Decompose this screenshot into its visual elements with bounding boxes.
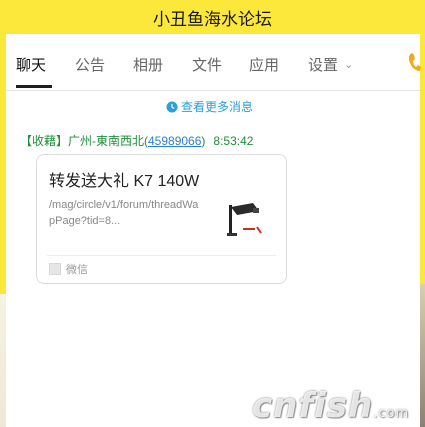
view-more-messages-label: 查看更多消息	[181, 100, 254, 114]
card-title: 转发送大礼 K7 140W	[49, 173, 200, 190]
card-source-app: 微信	[66, 264, 88, 276]
window-title: 小丑鱼海水论坛	[153, 9, 272, 29]
shared-link-card[interactable]: 转发送大礼 K7 140W /mag/circle/v1/forum/threa…	[36, 154, 287, 284]
clock-icon	[166, 101, 178, 112]
product-thumbnail-icon	[227, 203, 262, 236]
tab-announcement[interactable]: 公告	[75, 54, 105, 75]
sender-name-suffix: )	[201, 134, 206, 148]
watermark-suffix: .com	[373, 406, 410, 421]
active-tab-indicator	[16, 85, 52, 88]
tab-apps[interactable]: 应用	[249, 54, 279, 75]
tab-files[interactable]: 文件	[192, 54, 222, 75]
view-more-messages-link[interactable]: 查看更多消息	[166, 98, 253, 115]
chevron-down-icon: ⌄	[344, 59, 354, 71]
card-divider	[47, 255, 276, 256]
sender-qq-link[interactable]: 45989066	[148, 134, 201, 148]
card-footer: 微信	[49, 261, 88, 277]
message-time: 8:53:42	[213, 134, 254, 148]
tab-bar: 聊天 公告 相册 文件 应用 设置 ⌄	[6, 34, 422, 91]
sender-name: 【收藉】广州-東南西北(	[20, 134, 148, 148]
title-bar: 小丑鱼海水论坛	[0, 0, 425, 34]
tab-settings-label: 设置	[308, 57, 339, 74]
message-sender-line: 【收藉】广州-東南西北(45989066) 8:53:42	[20, 132, 253, 149]
group-chat-panel: 聊天 公告 相册 文件 应用 设置 ⌄ 查看更多消息 【收藉】广州-東南西北(45…	[6, 34, 422, 427]
watermark-text: cnfish	[252, 386, 374, 426]
tab-settings[interactable]: 设置 ⌄	[308, 54, 353, 75]
phone-icon[interactable]	[408, 52, 422, 72]
tab-chat[interactable]: 聊天	[16, 54, 46, 75]
card-url: /mag/circle/v1/forum/threadWapPage?tid=8…	[49, 199, 199, 227]
site-watermark: cnfish.com	[252, 386, 409, 426]
wechat-app-icon	[49, 263, 61, 275]
right-edge-strip	[420, 34, 425, 427]
tab-album[interactable]: 相册	[133, 54, 163, 75]
